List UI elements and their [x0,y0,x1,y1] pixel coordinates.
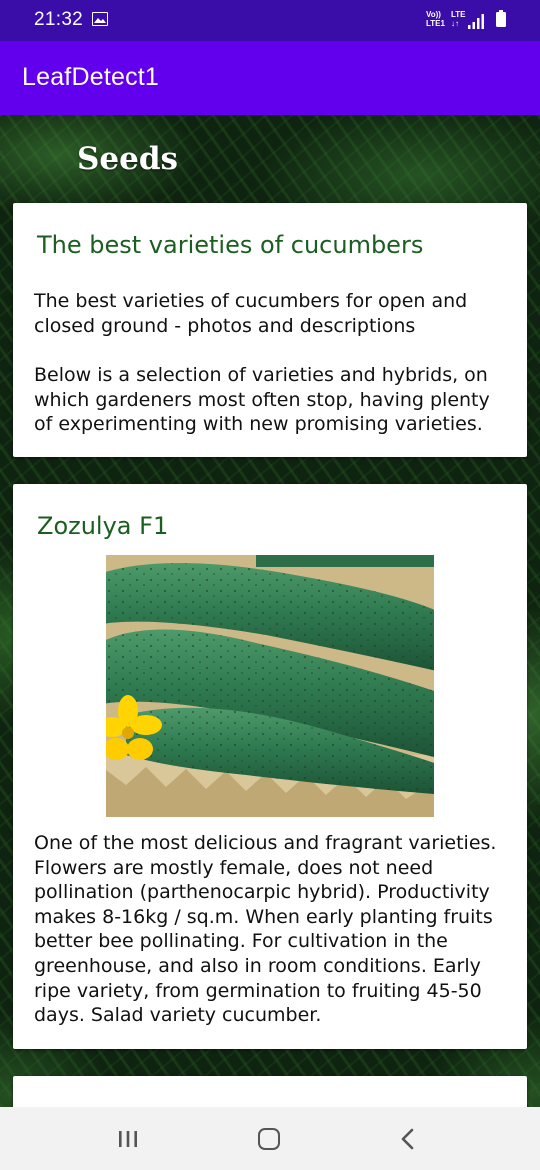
network-volte-label: Vo)) [426,10,441,19]
app-title: LeafDetect1 [22,63,160,91]
card-paragraph: The best varieties of cucumbers for open… [34,290,468,337]
article-card[interactable]: The best varieties of cucumbers The best… [13,203,527,457]
card-paragraph: One of the most delicious and fragrant v… [34,832,497,1027]
card-paragraph: Below is a selection of varieties and hy… [34,364,490,436]
navigation-bar [0,1107,540,1170]
section-title: Seeds [77,141,178,177]
app-bar: LeafDetect1 [0,41,540,115]
cucumber-photo [106,555,434,817]
status-bar: 21:32 Vo)) LTE1 LTE ↓↑ [0,0,540,41]
lte-label: LTE [451,10,466,19]
card-heading: Zozulya F1 [37,512,169,540]
recents-icon[interactable] [118,1130,138,1148]
lte-indicator: LTE ↓↑ [451,10,466,28]
content-scroll-area[interactable]: Seeds The best varieties of cucumbers Th… [0,115,540,1107]
image-icon [92,12,108,26]
card-heading: The best varieties of cucumbers [37,231,424,259]
home-icon[interactable] [258,1128,280,1150]
signal-icon [468,14,484,29]
network-indicator: Vo)) LTE1 [426,10,445,28]
back-icon[interactable] [398,1127,420,1151]
battery-icon [496,10,506,27]
next-card[interactable] [13,1076,527,1107]
network-lte1-label: LTE1 [426,19,445,28]
data-arrows-label: ↓↑ [451,19,459,28]
status-time: 21:32 [34,9,84,30]
variety-card[interactable]: Zozulya F1 One of the most delicious and… [13,484,527,1049]
